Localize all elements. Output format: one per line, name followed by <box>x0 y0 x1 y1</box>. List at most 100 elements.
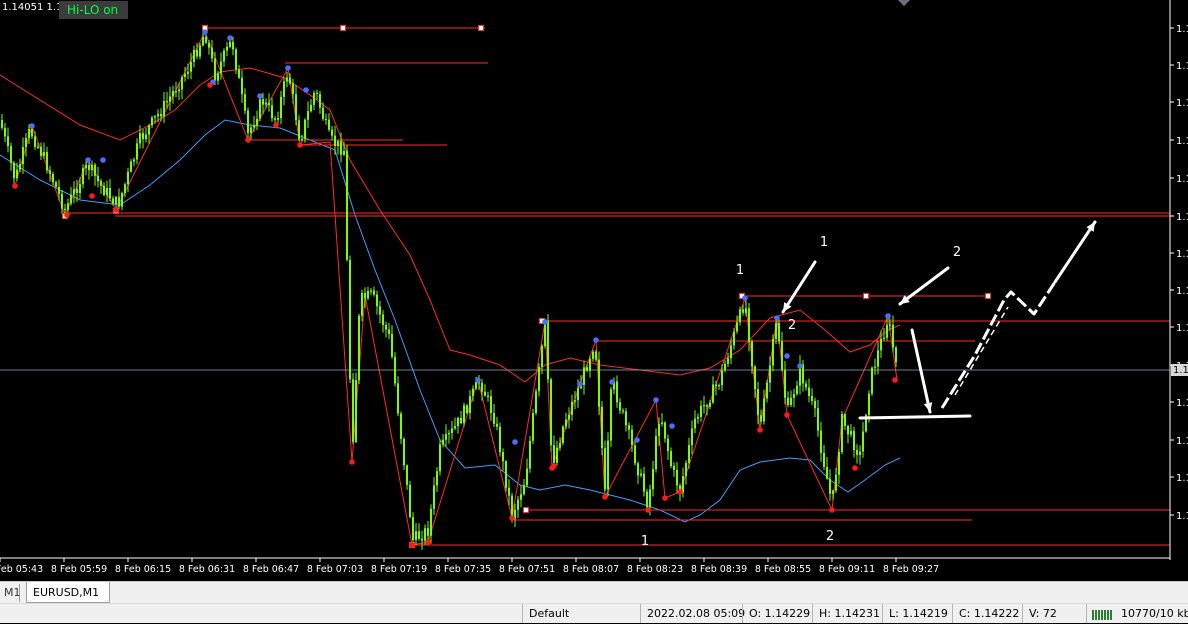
tab-eurusd-m1[interactable]: EURUSD,M1 <box>26 582 110 603</box>
time-tick-label: 8 Feb 06:15 <box>115 564 171 575</box>
candle-body <box>682 476 684 493</box>
time-tick-label: 8 Feb 08:23 <box>627 564 683 575</box>
time-tick-label: 8 Feb 07:03 <box>307 564 363 575</box>
candle-body <box>652 469 654 490</box>
candle-body <box>373 290 375 295</box>
swing-high-marker <box>285 65 291 71</box>
candle-body <box>439 444 441 472</box>
connection-bars-icon[interactable] <box>1092 608 1116 620</box>
candle-body <box>829 478 831 494</box>
swing-low-marker <box>207 82 213 88</box>
candle-body <box>634 445 636 464</box>
candle-body <box>874 366 876 368</box>
candle-body <box>772 338 774 366</box>
time-tick-label: 8 Feb 09:11 <box>819 564 875 575</box>
candle-body <box>196 49 198 57</box>
candle-body <box>73 189 75 195</box>
time-tick-label: 8 Feb 07:19 <box>371 564 427 575</box>
status-open: O: 1.14229 <box>742 604 812 623</box>
candle-body <box>220 61 222 74</box>
candle-body <box>571 401 573 415</box>
current-price-label: 1.1 <box>1173 365 1188 376</box>
swing-high-marker <box>257 93 263 99</box>
candle-body <box>631 429 633 446</box>
candle-body <box>877 350 879 367</box>
candle-body <box>844 413 846 426</box>
candle-body <box>169 96 171 102</box>
price-tick-label: 1.1 <box>1176 174 1188 185</box>
candle-body <box>703 405 705 407</box>
candle-body <box>295 94 297 121</box>
candle-body <box>556 447 558 463</box>
candle-body <box>484 391 486 396</box>
candle-body <box>604 448 606 490</box>
status-volume: V: 72 <box>1022 604 1086 623</box>
candle-body <box>778 322 780 342</box>
candle-body <box>847 425 849 435</box>
candle-body <box>379 306 381 315</box>
candle-body <box>553 445 555 463</box>
candle-body <box>424 528 426 541</box>
candle-body <box>430 508 432 536</box>
candle-body <box>760 415 762 422</box>
candle-body <box>262 99 264 105</box>
tab-previous-chart[interactable]: M1 <box>0 584 21 602</box>
swing-high-marker <box>303 87 309 93</box>
candle-body <box>253 125 255 128</box>
candle-body <box>655 436 657 470</box>
candle-body <box>625 411 627 426</box>
candle-body <box>859 451 861 455</box>
candle-body <box>301 138 303 140</box>
price-chart[interactable]: 1 1 2 2 1 2 1.1 1.1 1.1 1.1 1.1 1.1 1.1 1.1 1.1 1.1 1.1 1… <box>0 0 1188 580</box>
swing-high-marker <box>542 319 548 325</box>
candle-body <box>235 49 237 70</box>
annotation-label-one: 1 <box>641 534 649 549</box>
candle-body <box>178 89 180 92</box>
candle-body <box>58 186 60 194</box>
candle-body <box>172 91 174 97</box>
candle-body <box>541 346 543 367</box>
swing-high-marker <box>609 379 615 385</box>
swing-high-marker <box>774 315 780 321</box>
candle-body <box>436 471 438 486</box>
time-tick-label: 8 Feb 08:55 <box>755 564 811 575</box>
candle-body <box>358 315 360 381</box>
candle-body <box>100 181 102 186</box>
candle-body <box>199 45 201 57</box>
candle-body <box>724 363 726 371</box>
annotation-dashed-guide <box>954 306 1009 396</box>
candle-body <box>559 443 561 448</box>
chart-tab-bar: M1 EURUSD,M1 <box>0 581 1188 604</box>
candle-body <box>190 62 192 72</box>
candle-body <box>13 162 15 179</box>
candle-body <box>331 129 333 136</box>
hilo-badge[interactable]: Hi-LO on <box>59 1 128 19</box>
candle-body <box>505 461 507 488</box>
candle-body <box>607 440 609 490</box>
candle-body <box>97 175 99 182</box>
candle-body <box>64 208 66 211</box>
candle-body <box>145 134 147 140</box>
candle-body <box>805 383 807 388</box>
candle-body <box>871 367 873 394</box>
candle-body <box>382 314 384 325</box>
candle-body <box>883 337 885 339</box>
candle-body <box>790 397 792 405</box>
candle-body <box>766 382 768 399</box>
candle-body <box>811 395 813 401</box>
candle-body <box>349 259 351 380</box>
candle-body <box>880 338 882 351</box>
candle-body <box>463 405 465 424</box>
candle-body <box>391 334 393 357</box>
candle-body <box>292 83 294 95</box>
candle-body <box>736 322 738 332</box>
time-tick-label: 8 Feb 06:47 <box>243 564 299 575</box>
candle-body <box>415 531 417 540</box>
candle-body <box>28 128 30 139</box>
time-tick-label: 8 Feb 05:59 <box>51 564 107 575</box>
chart-area[interactable]: 1 1 2 2 1 2 1.1 1.1 1.1 1.1 1.1 1.1 1.1 1.1 1.1 1.1 1.1 1… <box>0 0 1188 580</box>
candle-body <box>160 113 162 117</box>
candle-body <box>82 168 84 185</box>
candle-body <box>142 133 144 140</box>
swing-low-marker <box>273 122 279 128</box>
